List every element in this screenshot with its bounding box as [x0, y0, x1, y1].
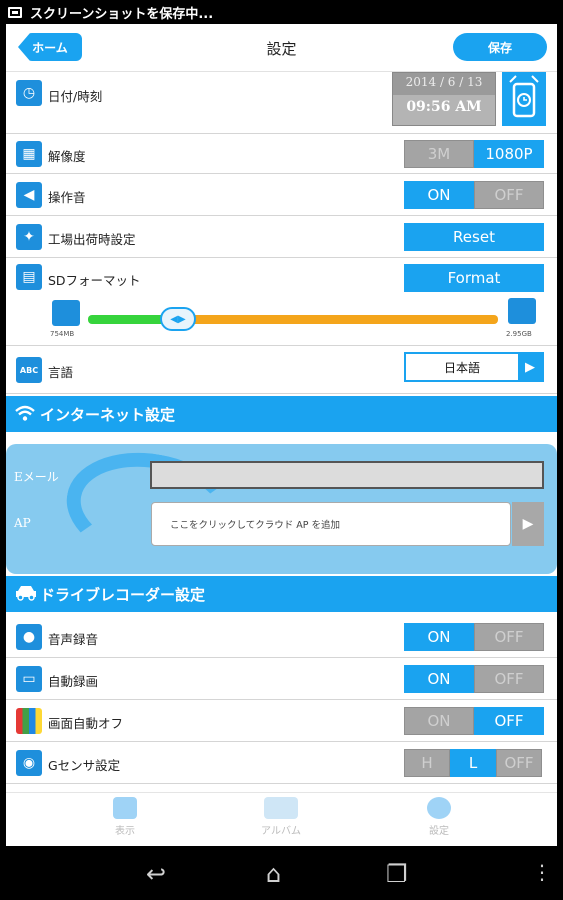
tab-view[interactable]: 表示: [80, 797, 170, 837]
auto-record-row: ▭ 自動録画 ON OFF: [6, 658, 557, 700]
sd-format-label: SDフォーマット: [48, 273, 141, 288]
storage-total-text: 2.95GB: [506, 330, 532, 338]
system-nav-bar: ↩ ⌂ ❐ ⋮: [0, 846, 563, 900]
language-select[interactable]: 日本語 ▶: [404, 352, 544, 382]
auto-record-on-button[interactable]: ON: [404, 665, 474, 693]
header: ホーム 設定 保存: [6, 24, 557, 72]
datetime-label: 日付/時刻: [48, 89, 103, 104]
email-label: Eメール: [14, 470, 59, 484]
album-icon: [264, 797, 298, 819]
microphone-icon: ●: [16, 624, 42, 650]
status-bar: スクリーンショットを保存中...: [0, 0, 563, 24]
tab-album-label: アルバム: [261, 826, 301, 837]
audio-off-button[interactable]: OFF: [474, 623, 544, 651]
sound-off-button[interactable]: OFF: [474, 181, 544, 209]
gsensor-toggle: H L OFF: [404, 749, 542, 777]
wifi-icon: [14, 404, 36, 427]
gsensor-icon: ◉: [16, 750, 42, 776]
screen-off-off-button[interactable]: OFF: [474, 707, 544, 735]
tab-settings-label: 設定: [429, 826, 449, 837]
color-bars-icon: [16, 708, 42, 734]
time-value: 09:56 AM: [406, 99, 482, 115]
phone-sync-button[interactable]: [502, 72, 546, 126]
sound-toggle: ON OFF: [404, 181, 544, 209]
abc-icon: ABC: [16, 357, 42, 383]
monitor-icon: ▭: [16, 666, 42, 692]
gsensor-h-button[interactable]: H: [404, 749, 450, 777]
save-button[interactable]: 保存: [453, 33, 547, 61]
resolution-label: 解像度: [48, 149, 86, 164]
factory-reset-label: 工場出荷時設定: [48, 232, 136, 247]
format-button[interactable]: Format: [404, 264, 544, 292]
resolution-toggle: 3M 1080P: [404, 140, 544, 168]
home-icon[interactable]: ⌂: [266, 860, 281, 888]
audio-record-label: 音声録音: [48, 632, 99, 647]
audio-record-row: ● 音声録音 ON OFF: [6, 616, 557, 658]
sd-card-icon: ▤: [16, 264, 42, 290]
gsensor-label: Gセンサ設定: [48, 758, 121, 773]
datetime-display[interactable]: 2014 / 6 / 13 09:56 AM: [392, 72, 496, 126]
gsensor-l-button[interactable]: L: [450, 749, 496, 777]
drive-section-header: ドライブレコーダー設定: [6, 576, 557, 612]
datetime-row: ◷ 日付/時刻 2014 / 6 / 13 09:56 AM: [6, 72, 557, 134]
phone-clock-icon: [509, 75, 539, 118]
drive-section-title: ドライブレコーダー設定: [40, 585, 206, 604]
screen-off-on-button[interactable]: ON: [404, 707, 474, 735]
screenshot-icon: [8, 6, 22, 18]
screen-off-row: 画面自動オフ ON OFF: [6, 700, 557, 742]
ap-add-field[interactable]: ここをクリックしてクラウド AP を追加: [151, 502, 511, 546]
sd-format-row: ▤ SDフォーマット Format: [6, 258, 557, 346]
sound-on-button[interactable]: ON: [404, 181, 474, 209]
resolution-1080p-button[interactable]: 1080P: [474, 140, 544, 168]
auto-record-off-button[interactable]: OFF: [474, 665, 544, 693]
ap-arrow-button[interactable]: ▶: [512, 502, 544, 546]
speaker-icon: ◀: [16, 182, 42, 208]
back-icon[interactable]: ↩: [146, 860, 166, 888]
tab-settings[interactable]: 設定: [394, 797, 484, 837]
resolution-row: ▦ 解像度 3M 1080P: [6, 134, 557, 174]
gsensor-row: ◉ Gセンサ設定 H L OFF: [6, 742, 557, 784]
tab-album[interactable]: アルバム: [236, 797, 326, 837]
sound-label: 操作音: [48, 190, 86, 205]
sound-row: ◀ 操作音 ON OFF: [6, 174, 557, 216]
resolution-icon: ▦: [16, 141, 42, 167]
internet-section-title: インターネット設定: [40, 405, 176, 424]
factory-reset-row: ✦ 工場出荷時設定 Reset: [6, 216, 557, 258]
clock-icon: ◷: [16, 80, 42, 106]
audio-on-button[interactable]: ON: [404, 623, 474, 651]
car-icon: [14, 585, 38, 606]
play-icon: [113, 797, 137, 819]
email-field[interactable]: [150, 461, 544, 489]
recent-apps-icon[interactable]: ❐: [386, 860, 408, 888]
internet-section-header: インターネット設定: [6, 396, 557, 432]
storage-slider-handle[interactable]: ◀▶: [160, 307, 196, 331]
auto-record-toggle: ON OFF: [404, 665, 544, 693]
wrench-icon: ✦: [16, 224, 42, 250]
storage-free-bar: [176, 315, 498, 324]
storage-total-icon: [508, 298, 536, 324]
storage-used-text: 754MB: [50, 330, 75, 338]
gear-icon: [427, 797, 451, 819]
settings-screen: ホーム 設定 保存 ◷ 日付/時刻 2014 / 6 / 13 09:56 AM…: [6, 24, 557, 846]
language-value: 日本語: [443, 360, 480, 375]
storage-used-bar: [88, 315, 170, 324]
auto-record-label: 自動録画: [48, 674, 99, 689]
resolution-3m-button[interactable]: 3M: [404, 140, 474, 168]
overflow-menu-icon[interactable]: ⋮: [532, 860, 552, 884]
screen-off-label: 画面自動オフ: [48, 716, 124, 731]
play-arrow-icon: ▶: [518, 354, 542, 380]
tab-view-label: 表示: [115, 826, 135, 837]
gsensor-off-button[interactable]: OFF: [496, 749, 542, 777]
status-text: スクリーンショットを保存中...: [30, 6, 214, 22]
screen-off-toggle: ON OFF: [404, 707, 544, 735]
date-value: 2014 / 6 / 13: [393, 73, 495, 95]
bottom-nav: 表示 アルバム 設定: [6, 792, 557, 846]
ap-label: AP: [14, 516, 31, 530]
storage-used-icon: [52, 300, 80, 326]
reset-button[interactable]: Reset: [404, 223, 544, 251]
language-label: 言語: [48, 365, 74, 380]
audio-record-toggle: ON OFF: [404, 623, 544, 651]
